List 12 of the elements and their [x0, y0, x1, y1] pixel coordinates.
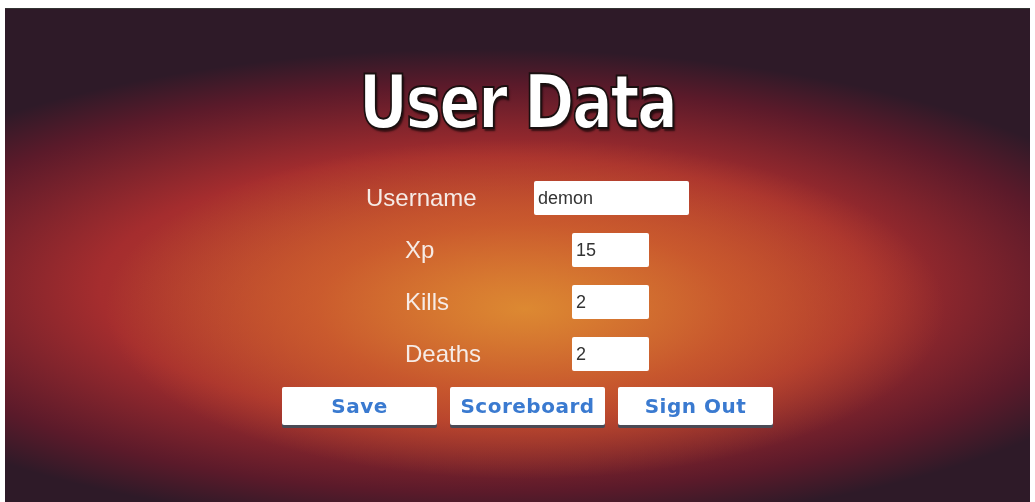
action-button[interactable]: Sign Out: [618, 387, 773, 425]
field-label: Kills: [405, 288, 450, 316]
input-field[interactable]: 2: [572, 337, 649, 371]
page-title: User Data: [359, 58, 676, 147]
field-label: Deaths: [405, 340, 483, 368]
input-field[interactable]: 15: [572, 233, 649, 267]
action-button[interactable]: Save: [282, 387, 437, 425]
input-field[interactable]: 2: [572, 285, 649, 319]
field-label: Xp: [405, 236, 436, 264]
input-field[interactable]: demon: [534, 181, 689, 215]
action-button[interactable]: Scoreboard: [450, 387, 605, 425]
field-label: Username: [366, 184, 478, 212]
